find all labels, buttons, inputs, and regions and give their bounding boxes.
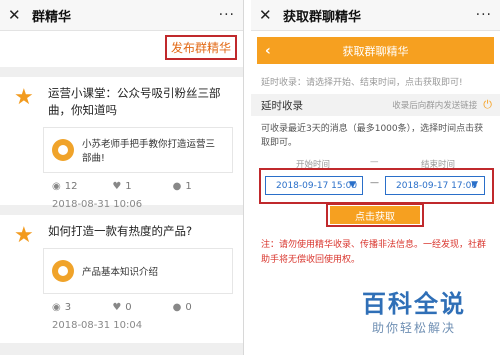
post-stats: ◉ 3 ♥ 0 ● 0 xyxy=(52,302,233,313)
app-logo-icon xyxy=(52,139,74,161)
comments-stat[interactable]: ● 1 xyxy=(173,181,233,192)
embed-text: 产品基本知识介绍 xyxy=(82,267,159,278)
thumbs-up-icon: ♥ xyxy=(112,302,122,313)
right-top-bar: ✕ 获取群聊精华 ··· xyxy=(251,0,500,31)
comments-count: 1 xyxy=(185,181,192,192)
post-title[interactable]: 如何打造一款有热度的产品? xyxy=(48,223,233,240)
app-header-bar: ‹ 获取群聊精华 xyxy=(257,37,494,64)
comments-stat[interactable]: ● 0 xyxy=(173,302,233,313)
range-dash: — xyxy=(370,178,379,188)
post-embed[interactable]: 小苏老师手把手教你打造运营三部曲! xyxy=(43,127,233,173)
comment-icon: ● xyxy=(172,181,182,192)
post-title[interactable]: 运营小课堂：公众号吸引粉丝三部曲，你知道吗 xyxy=(48,85,233,119)
chevron-down-icon: ▼ xyxy=(349,180,356,190)
start-time-select[interactable]: 2018-09-17 15:00 ▼ xyxy=(265,176,363,195)
embed-text: 小苏老师手把手教你打造运营三部曲! xyxy=(82,139,216,164)
back-arrow-icon[interactable]: ‹ xyxy=(265,43,271,59)
eye-icon: ◉ xyxy=(52,181,61,192)
divider xyxy=(244,0,251,355)
delay-hint: 延时收录：请选择开始、结束时间，点击获取即可! xyxy=(261,78,463,88)
likes-stat[interactable]: ♥ 1 xyxy=(112,181,172,192)
comments-count: 0 xyxy=(185,302,192,313)
close-icon[interactable]: ✕ xyxy=(8,6,24,24)
thumbs-up-icon: ♥ xyxy=(112,181,122,192)
chevron-down-icon: ▼ xyxy=(471,180,478,190)
delay-collect-row: 延时收录 收录后向群内发送链接 ⏻ xyxy=(251,94,500,116)
publish-essence-button[interactable]: 发布群精华 xyxy=(164,35,237,60)
app-logo-icon xyxy=(52,260,74,282)
publish-row: 发布群精华 xyxy=(0,31,243,67)
views-count: 12 xyxy=(64,181,78,192)
watermark-subtitle: 助你轻松解决 xyxy=(372,321,457,335)
likes-count: 0 xyxy=(125,302,132,313)
watermark-title: 百科全说 xyxy=(362,290,466,318)
left-top-bar: ✕ 群精华 ··· xyxy=(0,0,243,31)
fetch-button[interactable]: 点击获取 xyxy=(330,206,420,224)
start-time-value: 2018-09-17 15:00 xyxy=(276,180,358,191)
page-title: 群精华 xyxy=(32,9,72,25)
more-icon[interactable]: ··· xyxy=(476,7,492,23)
group-essence-screen: ✕ 群精华 ··· 发布群精华 ★ 运营小课堂：公众号吸引粉丝三部曲，你知道吗 … xyxy=(0,0,244,355)
eye-icon: ◉ xyxy=(52,302,61,313)
star-icon: ★ xyxy=(14,223,34,248)
page-title: 获取群聊精华 xyxy=(283,9,362,25)
star-icon: ★ xyxy=(14,85,34,110)
end-time-value: 2018-09-17 17:00 xyxy=(396,180,478,191)
warning-text: 注：请勿使用精华收录、传播非法信息。一经发现，社群助手将无偿收回使用权。 xyxy=(261,240,487,265)
post-date: 2018-08-31 10:04 xyxy=(52,320,143,331)
likes-stat[interactable]: ♥ 0 xyxy=(112,302,172,313)
send-link-label: 收录后向群内发送链接 xyxy=(392,101,478,111)
close-icon[interactable]: ✕ xyxy=(259,6,275,24)
app-header-title: 获取群聊精华 xyxy=(342,44,409,58)
collect-description: 可收录最近3天的消息（最多1000条），选择时间点击获取即可。 xyxy=(261,124,484,148)
likes-count: 1 xyxy=(125,181,132,192)
delay-label: 延时收录 xyxy=(261,99,303,112)
post-embed[interactable]: 产品基本知识介绍 xyxy=(43,248,233,294)
post-stats: ◉ 12 ♥ 1 ● 1 xyxy=(52,181,233,192)
views-stat: ◉ 3 xyxy=(52,302,112,313)
essence-post-card[interactable]: ★ 如何打造一款有热度的产品? 产品基本知识介绍 ◉ 3 ♥ 0 ● 0 2018-0… xyxy=(0,215,243,343)
power-toggle-icon[interactable]: ⏻ xyxy=(483,98,492,112)
comment-icon: ● xyxy=(172,302,182,313)
essence-post-card[interactable]: ★ 运营小课堂：公众号吸引粉丝三部曲，你知道吗 小苏老师手把手教你打造运营三部曲… xyxy=(0,77,243,210)
views-count: 3 xyxy=(64,302,72,313)
more-icon[interactable]: ··· xyxy=(219,7,235,23)
end-time-select[interactable]: 2018-09-17 17:00 ▼ xyxy=(385,176,485,195)
post-date: 2018-08-31 10:06 xyxy=(52,199,143,210)
time-separator: — xyxy=(370,157,379,167)
views-stat: ◉ 12 xyxy=(52,181,112,192)
